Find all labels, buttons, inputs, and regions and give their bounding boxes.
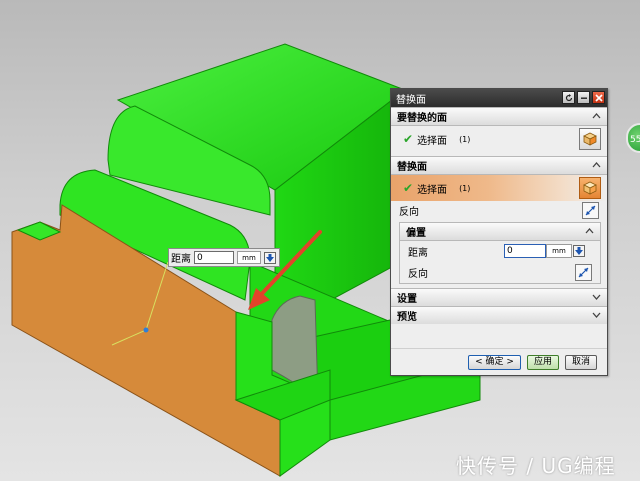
- replace-face-dialog: 替换面 要替换的面 ✔ 选择面 (1) 替换面 ✔ 选择面 (1) 反向 偏置 …: [390, 88, 608, 376]
- reverse-direction-icon[interactable]: [582, 202, 599, 219]
- floating-distance-spin-icon[interactable]: [264, 251, 276, 264]
- chevron-down-icon[interactable]: [592, 293, 601, 304]
- floating-distance-input[interactable]: 0: [194, 251, 234, 264]
- watermark: 快传号 / UG编程: [456, 454, 616, 478]
- offset-distance-label: 距离: [408, 248, 428, 259]
- face-cube-icon: [583, 181, 597, 195]
- section-replacement-face-title: 替换面: [397, 162, 427, 173]
- face-cube-icon: [583, 132, 597, 146]
- ok-button[interactable]: < 确定 >: [468, 354, 521, 370]
- reset-icon[interactable]: [562, 91, 575, 104]
- select-face-button-1[interactable]: [579, 128, 601, 150]
- offset-distance-input[interactable]: 0: [504, 244, 546, 258]
- section-face-to-replace-title: 要替换的面: [397, 113, 447, 124]
- select-face-count-1: (1): [459, 134, 471, 144]
- check-icon: ✔: [403, 132, 414, 146]
- floating-distance-box[interactable]: 距离 0 mm: [168, 248, 280, 267]
- offset-group: 偏置 距离 0 mm 反向: [399, 222, 601, 284]
- check-icon: ✔: [403, 181, 414, 195]
- select-face-count-2: (1): [459, 183, 471, 193]
- chevron-down-icon[interactable]: [592, 311, 601, 322]
- offset-reverse-direction-icon[interactable]: [575, 264, 592, 281]
- chevron-up-icon[interactable]: [592, 111, 601, 122]
- section-replacement-face-header[interactable]: 替换面: [391, 156, 607, 175]
- dialog-title: 替换面: [396, 94, 426, 106]
- select-face-button-2[interactable]: [579, 177, 601, 199]
- offset-distance-spin-icon[interactable]: [573, 245, 585, 257]
- offset-reverse-row[interactable]: 反向: [400, 262, 600, 283]
- offset-reverse-label: 反向: [408, 269, 428, 280]
- floating-distance-unit[interactable]: mm: [237, 251, 261, 264]
- select-face-row-1[interactable]: ✔ 选择面 (1): [391, 126, 607, 152]
- dialog-footer: < 确定 > 应用 取消: [391, 348, 607, 375]
- select-face-row-2[interactable]: ✔ 选择面 (1): [391, 175, 607, 201]
- apply-button[interactable]: 应用: [526, 354, 559, 370]
- handle-origin[interactable]: [143, 327, 149, 333]
- offset-distance-row: 距离 0 mm: [400, 241, 600, 262]
- chevron-up-icon[interactable]: [592, 160, 601, 171]
- settings-section-title: 设置: [397, 294, 417, 305]
- settings-section-header[interactable]: 设置: [391, 288, 607, 306]
- minimize-icon[interactable]: [577, 91, 590, 104]
- close-icon[interactable]: [592, 91, 605, 104]
- offset-group-header[interactable]: 偏置: [400, 223, 600, 241]
- preview-section-title: 预览: [397, 312, 417, 323]
- section-face-to-replace-header[interactable]: 要替换的面: [391, 107, 607, 126]
- reverse-row-1[interactable]: 反向: [391, 201, 607, 220]
- cancel-button[interactable]: 取消: [564, 354, 597, 370]
- floating-distance-label: 距离: [171, 254, 191, 265]
- offset-distance-unit[interactable]: mm: [546, 244, 572, 258]
- preview-section-header[interactable]: 预览: [391, 306, 607, 324]
- chevron-up-icon[interactable]: [585, 226, 594, 237]
- dialog-titlebar[interactable]: 替换面: [391, 89, 607, 107]
- offset-group-title: 偏置: [406, 228, 426, 239]
- select-face-label-2: 选择面: [417, 184, 448, 196]
- select-face-label-1: 选择面: [417, 135, 448, 147]
- reverse-label-1: 反向: [399, 207, 419, 218]
